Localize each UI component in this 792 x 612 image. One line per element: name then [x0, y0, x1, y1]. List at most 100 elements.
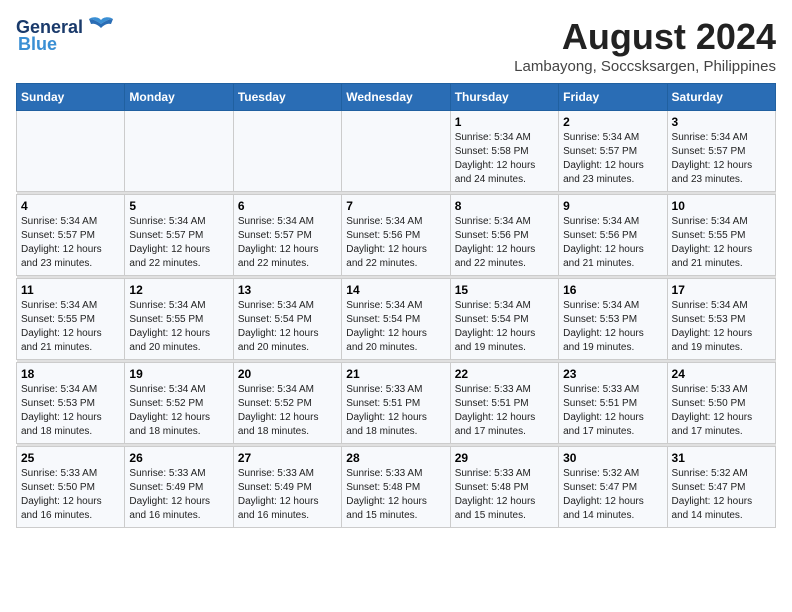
day-number: 10	[672, 199, 771, 213]
calendar-week-row: 4 Sunrise: 5:34 AM Sunset: 5:57 PM Daylig…	[17, 195, 776, 276]
day-number: 5	[129, 199, 228, 213]
day-header-saturday: Saturday	[667, 84, 775, 111]
day-number: 15	[455, 283, 554, 297]
calendar-cell: 31 Sunrise: 5:32 AM Sunset: 5:47 PM Dayli…	[667, 447, 775, 528]
calendar-cell: 17 Sunrise: 5:34 AM Sunset: 5:53 PM Dayli…	[667, 279, 775, 360]
calendar-cell: 19 Sunrise: 5:34 AM Sunset: 5:52 PM Dayli…	[125, 363, 233, 444]
logo: General Blue	[16, 16, 115, 55]
day-info: Sunrise: 5:34 AM Sunset: 5:57 PM Dayligh…	[129, 215, 228, 271]
day-info: Sunrise: 5:34 AM Sunset: 5:52 PM Dayligh…	[238, 383, 337, 439]
day-header-monday: Monday	[125, 84, 233, 111]
day-info: Sunrise: 5:33 AM Sunset: 5:48 PM Dayligh…	[346, 467, 445, 523]
calendar-cell: 5 Sunrise: 5:34 AM Sunset: 5:57 PM Daylig…	[125, 195, 233, 276]
day-number: 21	[346, 367, 445, 381]
day-info: Sunrise: 5:34 AM Sunset: 5:54 PM Dayligh…	[455, 299, 554, 355]
day-number: 8	[455, 199, 554, 213]
day-info: Sunrise: 5:34 AM Sunset: 5:54 PM Dayligh…	[238, 299, 337, 355]
day-info: Sunrise: 5:32 AM Sunset: 5:47 PM Dayligh…	[563, 467, 662, 523]
day-number: 1	[455, 115, 554, 129]
title-section: August 2024 Lambayong, Soccsksargen, Phi…	[514, 16, 776, 75]
calendar-cell: 4Sunrise: 5:34 AM Sunset: 5:57 PM Daylig…	[17, 195, 125, 276]
day-number: 25	[21, 451, 120, 465]
calendar-cell: 7Sunrise: 5:34 AM Sunset: 5:56 PM Daylig…	[342, 195, 450, 276]
calendar-cell: 21 Sunrise: 5:33 AM Sunset: 5:51 PM Dayli…	[342, 363, 450, 444]
calendar-cell: 30 Sunrise: 5:32 AM Sunset: 5:47 PM Dayli…	[559, 447, 667, 528]
day-number: 30	[563, 451, 662, 465]
day-number: 12	[129, 283, 228, 297]
calendar-week-row: 25 Sunrise: 5:33 AM Sunset: 5:50 PM Dayli…	[17, 447, 776, 528]
day-info: Sunrise: 5:33 AM Sunset: 5:50 PM Dayligh…	[21, 467, 120, 523]
calendar-table: SundayMondayTuesdayWednesdayThursdayFrid…	[16, 83, 776, 528]
day-info: Sunrise: 5:33 AM Sunset: 5:51 PM Dayligh…	[346, 383, 445, 439]
calendar-cell: 12 Sunrise: 5:34 AM Sunset: 5:55 PM Dayli…	[125, 279, 233, 360]
calendar-cell	[342, 111, 450, 192]
day-number: 19	[129, 367, 228, 381]
day-info: Sunrise: 5:33 AM Sunset: 5:49 PM Dayligh…	[238, 467, 337, 523]
day-info: Sunrise: 5:34 AM Sunset: 5:57 PM Dayligh…	[563, 131, 662, 187]
day-number: 4	[21, 199, 120, 213]
calendar-cell: 8 Sunrise: 5:34 AM Sunset: 5:56 PM Daylig…	[450, 195, 558, 276]
day-number: 2	[563, 115, 662, 129]
calendar-cell: 3Sunrise: 5:34 AM Sunset: 5:57 PM Daylig…	[667, 111, 775, 192]
day-info: Sunrise: 5:34 AM Sunset: 5:54 PM Dayligh…	[346, 299, 445, 355]
day-info: Sunrise: 5:34 AM Sunset: 5:57 PM Dayligh…	[238, 215, 337, 271]
calendar-cell: 26Sunrise: 5:33 AM Sunset: 5:49 PM Dayli…	[125, 447, 233, 528]
day-info: Sunrise: 5:33 AM Sunset: 5:49 PM Dayligh…	[129, 467, 228, 523]
calendar-cell: 6 Sunrise: 5:34 AM Sunset: 5:57 PM Daylig…	[233, 195, 341, 276]
day-info: Sunrise: 5:34 AM Sunset: 5:53 PM Dayligh…	[563, 299, 662, 355]
day-info: Sunrise: 5:34 AM Sunset: 5:55 PM Dayligh…	[21, 299, 120, 355]
day-header-wednesday: Wednesday	[342, 84, 450, 111]
calendar-cell: 10 Sunrise: 5:34 AM Sunset: 5:55 PM Dayli…	[667, 195, 775, 276]
day-header-sunday: Sunday	[17, 84, 125, 111]
day-info: Sunrise: 5:33 AM Sunset: 5:51 PM Dayligh…	[563, 383, 662, 439]
day-number: 17	[672, 283, 771, 297]
calendar-cell: 29 Sunrise: 5:33 AM Sunset: 5:48 PM Dayli…	[450, 447, 558, 528]
day-number: 31	[672, 451, 771, 465]
day-info: Sunrise: 5:32 AM Sunset: 5:47 PM Dayligh…	[672, 467, 771, 523]
day-number: 7	[346, 199, 445, 213]
day-number: 11	[21, 283, 120, 297]
day-header-tuesday: Tuesday	[233, 84, 341, 111]
day-header-thursday: Thursday	[450, 84, 558, 111]
day-info: Sunrise: 5:34 AM Sunset: 5:55 PM Dayligh…	[672, 215, 771, 271]
day-number: 9	[563, 199, 662, 213]
day-number: 22	[455, 367, 554, 381]
calendar-cell: 9 Sunrise: 5:34 AM Sunset: 5:56 PM Daylig…	[559, 195, 667, 276]
day-number: 6	[238, 199, 337, 213]
calendar-cell: 25 Sunrise: 5:33 AM Sunset: 5:50 PM Dayli…	[17, 447, 125, 528]
calendar-header-row: SundayMondayTuesdayWednesdayThursdayFrid…	[17, 84, 776, 111]
day-number: 29	[455, 451, 554, 465]
day-number: 20	[238, 367, 337, 381]
day-number: 27	[238, 451, 337, 465]
day-info: Sunrise: 5:34 AM Sunset: 5:53 PM Dayligh…	[672, 299, 771, 355]
calendar-cell	[233, 111, 341, 192]
day-number: 3	[672, 115, 771, 129]
calendar-week-row: 1 Sunrise: 5:34 AM Sunset: 5:58 PM Daylig…	[17, 111, 776, 192]
calendar-cell: 1 Sunrise: 5:34 AM Sunset: 5:58 PM Daylig…	[450, 111, 558, 192]
logo-bird-icon	[87, 16, 115, 38]
day-number: 14	[346, 283, 445, 297]
day-info: Sunrise: 5:34 AM Sunset: 5:56 PM Dayligh…	[455, 215, 554, 271]
calendar-cell: 28 Sunrise: 5:33 AM Sunset: 5:48 PM Dayli…	[342, 447, 450, 528]
day-info: Sunrise: 5:34 AM Sunset: 5:52 PM Dayligh…	[129, 383, 228, 439]
calendar-cell: 2 Sunrise: 5:34 AM Sunset: 5:57 PM Daylig…	[559, 111, 667, 192]
calendar-cell: 13 Sunrise: 5:34 AM Sunset: 5:54 PM Dayli…	[233, 279, 341, 360]
calendar-cell: 27 Sunrise: 5:33 AM Sunset: 5:49 PM Dayli…	[233, 447, 341, 528]
day-info: Sunrise: 5:33 AM Sunset: 5:50 PM Dayligh…	[672, 383, 771, 439]
day-info: Sunrise: 5:33 AM Sunset: 5:48 PM Dayligh…	[455, 467, 554, 523]
day-info: Sunrise: 5:34 AM Sunset: 5:56 PM Dayligh…	[563, 215, 662, 271]
day-header-friday: Friday	[559, 84, 667, 111]
calendar-cell: 20 Sunrise: 5:34 AM Sunset: 5:52 PM Dayli…	[233, 363, 341, 444]
calendar-week-row: 11 Sunrise: 5:34 AM Sunset: 5:55 PM Dayli…	[17, 279, 776, 360]
day-number: 18	[21, 367, 120, 381]
logo-blue: Blue	[18, 34, 57, 55]
calendar-cell: 16 Sunrise: 5:34 AM Sunset: 5:53 PM Dayli…	[559, 279, 667, 360]
day-number: 28	[346, 451, 445, 465]
day-number: 16	[563, 283, 662, 297]
calendar-cell: 23Sunrise: 5:33 AM Sunset: 5:51 PM Dayli…	[559, 363, 667, 444]
day-number: 13	[238, 283, 337, 297]
day-info: Sunrise: 5:34 AM Sunset: 5:53 PM Dayligh…	[21, 383, 120, 439]
calendar-cell	[17, 111, 125, 192]
day-info: Sunrise: 5:34 AM Sunset: 5:58 PM Dayligh…	[455, 131, 554, 187]
day-info: Sunrise: 5:34 AM Sunset: 5:55 PM Dayligh…	[129, 299, 228, 355]
